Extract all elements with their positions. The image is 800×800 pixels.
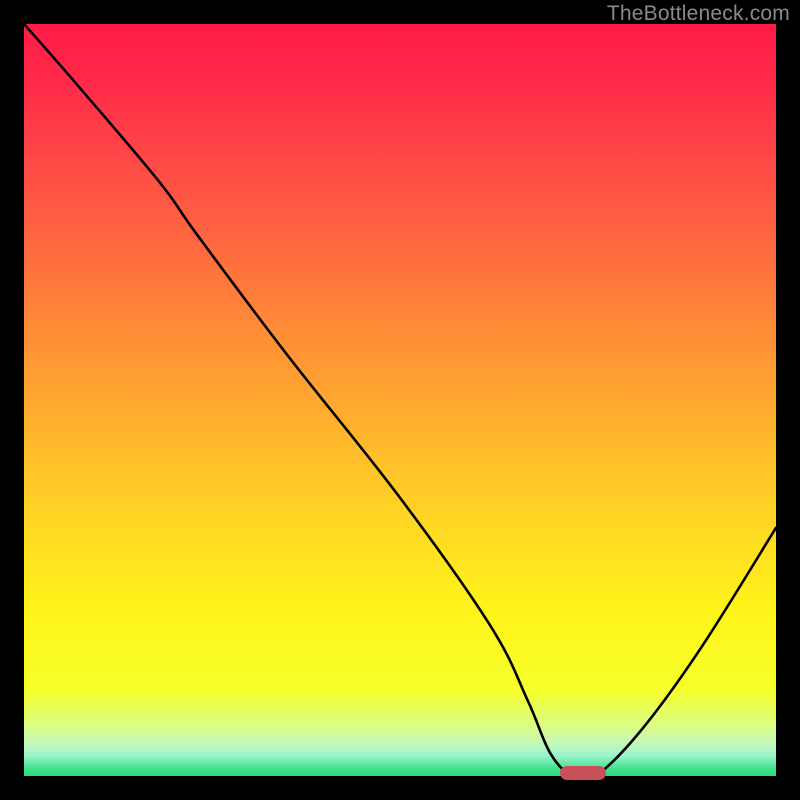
bottleneck-curve	[24, 24, 776, 776]
optimal-range-marker	[560, 766, 606, 780]
watermark-text: TheBottleneck.com	[607, 2, 790, 26]
chart-plot-area	[24, 24, 776, 776]
